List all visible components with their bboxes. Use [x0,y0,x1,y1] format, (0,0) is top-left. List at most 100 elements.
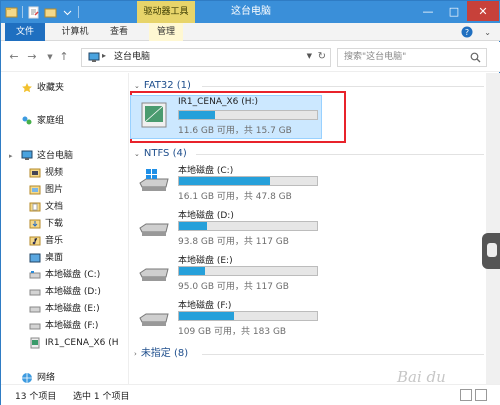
drive-item-h[interactable]: IR1_CENA_X6 (H:) 11.6 GB 可用，共 15.7 GB [130,95,330,139]
properties-icon[interactable] [27,6,40,19]
drive-usage-bar [178,176,318,186]
drive-usage-fill [179,267,206,275]
sidebar-item-downloads[interactable]: 下载 [1,217,129,231]
sidebar-item-label: 文档 [45,202,64,212]
group-header-ntfs[interactable]: ⌄ NTFS (4) [134,147,187,161]
sidebar-item-homegroup[interactable]: 家庭组 [1,114,129,128]
sidebar-item-label: 收藏夹 [37,83,65,93]
search-box[interactable]: 搜索"这台电脑" [337,48,487,67]
drive-usage-fill [179,177,271,185]
sidebar-item-network[interactable]: 网络 [1,371,129,385]
sidebar-item-videos[interactable]: 视频 [1,166,129,180]
sidebar-item-label: 下载 [45,219,64,229]
breadcrumb-this-pc[interactable]: 这台电脑 [114,49,150,66]
sidebar-item-drive-f[interactable]: 本地磁盘 (F:) [1,319,129,333]
drive-name: 本地磁盘 (F:) [178,301,232,311]
collapse-chevron-icon[interactable]: ⌄ [134,82,140,90]
group-label: 未指定 (8) [140,348,189,359]
drive-usage-fill [179,111,215,119]
close-button[interactable]: ✕ [467,1,499,21]
drive-space-info: 109 GB 可用，共 183 GB [178,327,287,337]
address-bar[interactable]: ▸ 这台电脑 ▼ ↻ [81,48,331,67]
collapse-chevron-icon[interactable]: ⌄ [134,150,140,158]
sidebar-item-drive-c[interactable]: 本地磁盘 (C:) [1,268,129,282]
sidebar-item-label: IR1_CENA_X6 (H [45,338,119,348]
tab-view[interactable]: 查看 [103,23,135,41]
drive-item-e[interactable]: 本地磁盘 (E:) 95.0 GB 可用，共 117 GB [130,251,330,295]
sidebar-item-drive-h[interactable]: IR1_CENA_X6 (H [1,336,129,350]
help-icon[interactable]: ? [461,26,473,38]
maximize-button[interactable]: □ [441,1,467,21]
back-button[interactable]: ← [7,50,21,64]
expand-arrow-icon[interactable]: ▸ [9,149,13,163]
watermark-logo: Bai du [397,368,446,386]
group-label: NTFS (4) [143,148,187,159]
network-icon [22,373,32,383]
drive-icon [29,323,41,330]
search-icon[interactable] [470,52,481,63]
tab-computer[interactable]: 计算机 [53,23,97,41]
drive-icon [139,313,169,326]
drive-icon [29,271,41,279]
new-folder-icon[interactable] [44,6,57,19]
sidebar-item-label: 本地磁盘 (D:) [45,287,101,297]
tab-manage[interactable]: 管理 [149,23,183,41]
breadcrumb-separator[interactable]: ▸ [102,51,106,60]
sidebar-item-label: 这台电脑 [37,151,74,161]
minimize-button[interactable]: — [415,1,441,21]
expand-ribbon-icon[interactable]: ⌄ [484,28,491,37]
sidebar-item-favorites[interactable]: 收藏夹 [1,81,129,95]
quick-access-toolbar [5,4,79,20]
sidebar-item-label: 音乐 [45,236,64,246]
item-count: 13 个项目 [15,392,57,402]
side-handle[interactable] [482,233,500,269]
recent-locations-button[interactable]: ▼ [43,50,57,64]
homegroup-icon [22,116,32,125]
sidebar-item-drive-e[interactable]: 本地磁盘 (E:) [1,302,129,316]
qat-dropdown-icon[interactable] [61,6,74,19]
forward-button[interactable]: → [25,50,39,64]
refresh-icon[interactable]: ↻ [318,51,326,62]
sidebar-item-pictures[interactable]: 图片 [1,183,129,197]
drive-name: IR1_CENA_X6 (H:) [178,97,259,107]
drive-name: 本地磁盘 (D:) [178,211,234,221]
videos-folder-icon [29,168,41,178]
windows-drive-icon [139,169,169,191]
group-header-unspecified[interactable]: › 未指定 (8) [134,347,188,361]
address-dropdown-icon[interactable]: ▼ [307,52,312,60]
sidebar-item-documents[interactable]: 文档 [1,200,129,214]
title-bar[interactable]: 驱动器工具 这台电脑 — □ ✕ [1,1,500,23]
caption-buttons: — □ ✕ [415,1,499,21]
search-input[interactable]: 搜索"这台电脑" [344,49,406,66]
sidebar-item-label: 桌面 [45,253,64,263]
sidebar-item-this-pc[interactable]: ▸ 这台电脑 [1,149,129,163]
expand-chevron-icon[interactable]: › [134,350,137,358]
sidebar-item-label: 本地磁盘 (F:) [45,321,99,331]
music-folder-icon [29,236,41,246]
sidebar-item-desktop[interactable]: 桌面 [1,251,129,265]
drive-item-d[interactable]: 本地磁盘 (D:) 93.8 GB 可用，共 117 GB [130,206,330,250]
selection-count: 选中 1 个项目 [73,392,130,402]
drive-space-info: 16.1 GB 可用，共 47.8 GB [178,192,292,202]
drive-name: 本地磁盘 (C:) [178,166,234,176]
sidebar-item-music[interactable]: 音乐 [1,234,129,248]
documents-folder-icon [29,202,41,212]
drive-item-c[interactable]: 本地磁盘 (C:) 16.1 GB 可用，共 47.8 GB [130,161,330,205]
drive-usage-fill [179,222,207,230]
pictures-folder-icon [29,185,41,195]
minimize-icon: — [422,4,434,18]
app-icon [5,7,18,17]
drive-icon [29,306,41,313]
desktop-folder-icon [29,253,41,263]
tab-file[interactable]: 文件 [5,23,45,41]
vertical-scrollbar[interactable] [486,73,500,384]
computer-icon [88,52,100,62]
sidebar-item-drive-d[interactable]: 本地磁盘 (D:) [1,285,129,299]
usb-drive-icon [30,337,40,349]
drive-usage-bar [178,311,318,321]
up-button[interactable]: ↑ [57,50,71,64]
drive-item-f[interactable]: 本地磁盘 (F:) 109 GB 可用，共 183 GB [130,296,330,340]
maximize-icon: □ [448,4,460,18]
drive-icon [139,268,169,281]
sidebar-item-label: 视频 [45,168,64,178]
